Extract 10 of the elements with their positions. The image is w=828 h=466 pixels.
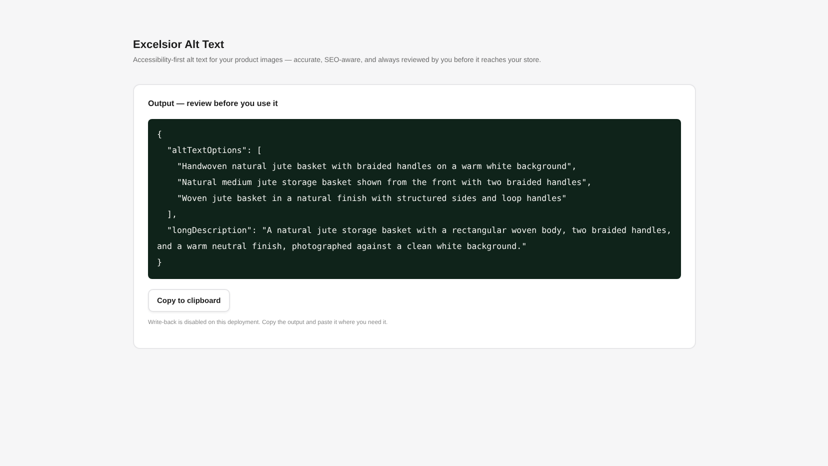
code-line: {: [157, 128, 163, 141]
code-line: "Natural medium jute storage basket shown from the front with two braided handles",: [176, 176, 593, 189]
app-title: Excelsior Alt Text: [133, 38, 226, 52]
code-line: ],: [166, 208, 178, 221]
code-line: "Woven jute basket in a natural finish with structured sides and loop handles": [176, 192, 568, 205]
code-line: }: [157, 256, 163, 269]
code-line: "altTextOptions": [: [166, 144, 263, 157]
code-line: "longDescription": "A natural jute storage basket with a rectangular woven body, two braided handles, and a warm neutral finish, photographed against a clean white background.": [157, 224, 672, 253]
code-line: "Handwoven natural jute basket with braided handles on a warm white background",: [176, 160, 578, 173]
output-label: Output — review before you use it: [148, 99, 279, 109]
